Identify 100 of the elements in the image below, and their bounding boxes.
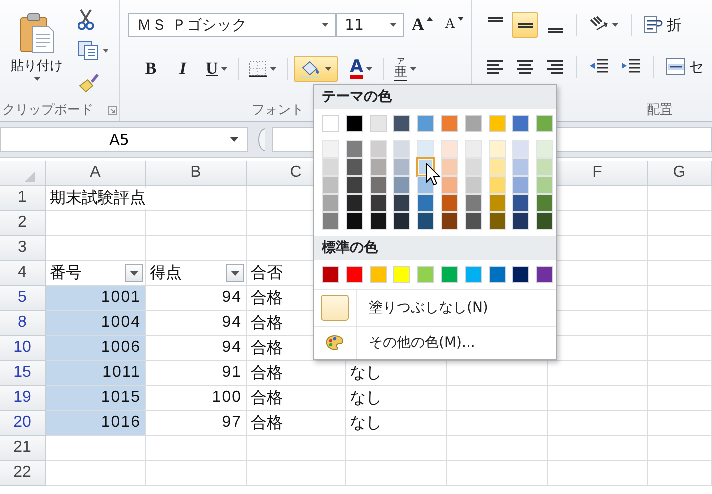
color-swatch[interactable] [417,140,434,158]
color-swatch[interactable] [512,212,530,230]
color-swatch[interactable] [370,140,387,158]
color-swatch[interactable] [488,115,506,132]
row-header[interactable]: 21 [0,436,46,461]
row-header[interactable]: 10 [0,336,46,361]
color-swatch[interactable] [393,158,410,176]
font-size-field[interactable]: 11 [336,13,404,37]
color-swatch[interactable] [488,194,506,212]
launcher-icon[interactable] [108,106,116,114]
row-header[interactable]: 15 [0,361,46,386]
row-header[interactable]: 1 [0,186,46,211]
color-swatch[interactable] [393,176,410,194]
color-swatch[interactable] [417,115,434,132]
color-swatch[interactable] [440,266,458,283]
row-header[interactable]: 19 [0,386,46,411]
color-swatch[interactable] [370,158,387,176]
color-swatch[interactable] [536,140,554,158]
color-swatch[interactable] [393,212,410,230]
color-swatch[interactable] [322,266,339,283]
color-swatch[interactable] [393,266,410,283]
color-swatch[interactable] [322,158,339,176]
no-fill-option[interactable]: 塗りつぶしなし(N) [357,299,488,317]
color-swatch[interactable] [346,158,363,176]
font-color-button[interactable]: A [346,56,378,82]
color-swatch[interactable] [370,176,387,194]
color-swatch[interactable] [536,115,554,132]
row-header[interactable]: 20 [0,411,46,436]
color-swatch[interactable] [536,194,554,212]
phonetic-button[interactable]: ア 亜 [390,56,422,82]
filter-button[interactable] [226,264,244,282]
scissors-icon[interactable] [78,9,94,32]
color-swatch[interactable] [417,212,434,230]
paste-button[interactable]: 貼り付け [4,2,70,92]
color-swatch[interactable] [440,158,458,176]
color-swatch[interactable] [464,194,482,212]
color-swatch[interactable] [536,212,554,230]
row-header[interactable]: 4 [0,261,46,286]
color-swatch[interactable] [488,140,506,158]
color-swatch[interactable] [346,176,363,194]
filter-button[interactable] [125,264,143,282]
name-box[interactable]: A5 [0,127,248,152]
color-swatch[interactable] [464,140,482,158]
color-swatch[interactable] [322,176,339,194]
color-swatch[interactable] [440,212,458,230]
color-swatch[interactable] [393,194,410,212]
row-header[interactable]: 22 [0,461,46,486]
color-swatch[interactable] [322,115,339,132]
color-swatch[interactable] [346,266,363,283]
color-swatch[interactable] [512,176,530,194]
color-swatch[interactable] [464,176,482,194]
color-swatch[interactable] [512,194,530,212]
color-swatch[interactable] [536,266,554,283]
color-swatch[interactable] [417,266,434,283]
bold-button[interactable]: B [138,56,164,82]
color-swatch[interactable] [346,140,363,158]
color-swatch[interactable] [322,140,339,158]
color-swatch[interactable] [536,176,554,194]
more-colors-option[interactable]: その他の色(M)... [357,334,476,352]
color-swatch[interactable] [440,115,458,132]
row-header[interactable]: 8 [0,311,46,336]
color-swatch[interactable] [370,115,387,132]
color-swatch[interactable] [417,194,434,212]
color-swatch[interactable] [464,212,482,230]
grow-font-button[interactable]: A [408,12,438,38]
fill-color-button[interactable] [294,56,338,82]
wrap-text-button[interactable]: 折 [640,12,686,38]
color-swatch[interactable] [370,212,387,230]
caret-icon[interactable] [230,137,239,142]
color-swatch[interactable] [488,212,506,230]
row-header[interactable]: 3 [0,236,46,261]
color-swatch[interactable] [346,115,363,132]
paintbrush-icon[interactable] [78,72,100,94]
color-swatch[interactable] [512,158,530,176]
color-swatch[interactable] [536,158,554,176]
copy-icon[interactable] [78,41,110,62]
color-swatch[interactable] [393,140,410,158]
color-swatch[interactable] [440,194,458,212]
row-header[interactable]: 2 [0,211,46,236]
merge-center-button[interactable]: セ [662,54,708,80]
underline-button[interactable]: U [202,56,232,82]
color-swatch[interactable] [322,194,339,212]
color-swatch[interactable] [393,115,410,132]
color-swatch[interactable] [440,140,458,158]
middle-align-button[interactable] [512,12,538,38]
column-header[interactable]: G [648,161,712,186]
color-swatch[interactable] [512,140,530,158]
color-swatch[interactable] [370,266,387,283]
font-name-field[interactable]: ＭＳ Ｐゴシック [128,13,336,37]
color-swatch[interactable] [488,266,506,283]
color-swatch[interactable] [346,194,363,212]
color-swatch[interactable] [512,115,530,132]
color-swatch[interactable] [488,176,506,194]
color-swatch[interactable] [346,212,363,230]
color-swatch[interactable] [440,176,458,194]
shrink-font-button[interactable]: A [441,12,468,38]
column-header[interactable]: A [46,161,146,186]
color-swatch[interactable] [512,266,530,283]
color-swatch[interactable] [464,115,482,132]
color-swatch[interactable] [370,194,387,212]
